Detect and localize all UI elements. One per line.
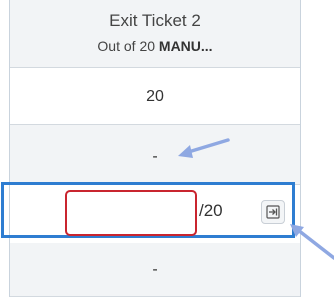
annotation-arrows bbox=[178, 138, 334, 260]
annotation-arrow-submit bbox=[290, 224, 334, 260]
annotation-arrow-dash bbox=[178, 138, 230, 158]
gradebook-screenshot: Exit Ticket 2 Out of 20 MANU... 20 - - /… bbox=[0, 0, 334, 297]
